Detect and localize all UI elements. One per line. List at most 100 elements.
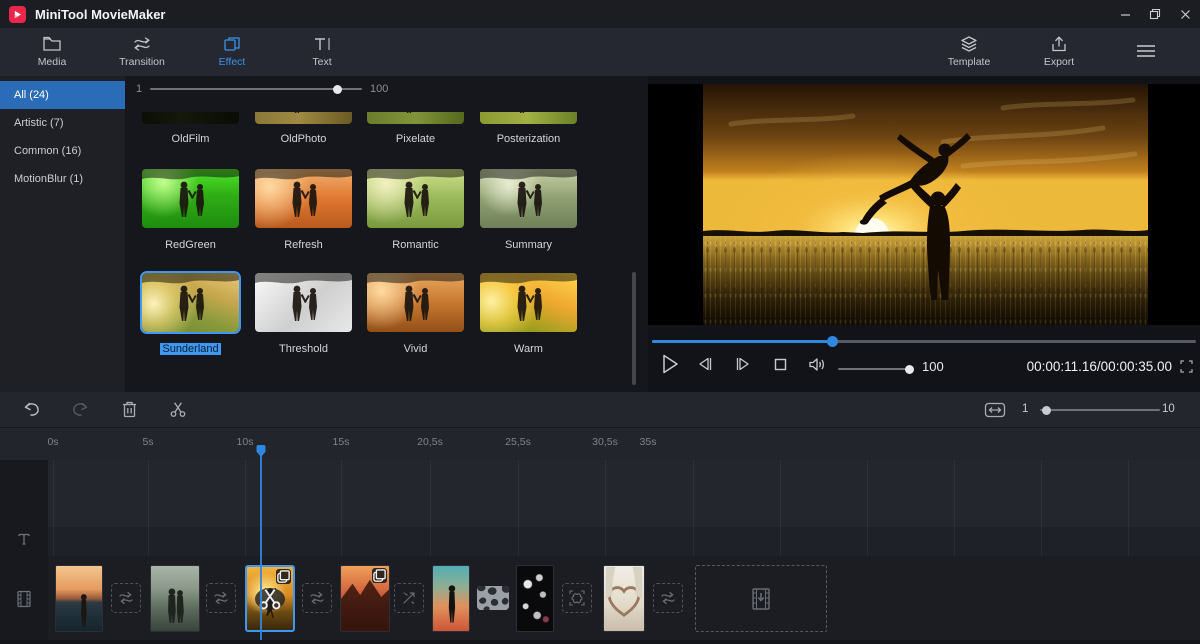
media-drop-zone[interactable] [695,565,827,632]
play-button[interactable] [660,353,680,375]
effect-category-sidebar: All (24) Artistic (7) Common (16) Motion… [0,76,125,392]
effects-panel: 1 100 OldFilm OldPhoto Pixelate Posteriz… [125,76,648,392]
transition-slot[interactable] [206,583,236,613]
transition-slot-shape[interactable] [562,583,592,613]
clip-heart-hands[interactable] [603,565,645,632]
text-icon [312,35,332,53]
transition-slot-icon [118,590,134,606]
clip-sunset-beach[interactable] [55,565,103,632]
volume-slider[interactable] [838,368,910,370]
template-label: Template [927,56,1011,68]
timeline-zoom-max: 10 [1162,403,1175,415]
effect-thumb-pixelate[interactable] [367,112,464,124]
duplicate-badge [276,569,291,584]
effect-thumb-oldfilm[interactable] [142,112,239,124]
transition-slot-diagonal[interactable] [394,583,424,613]
effect-thumb-romantic[interactable] [367,169,464,228]
effect-strength-handle[interactable] [333,85,342,94]
effect-thumb-redgreen[interactable] [142,169,239,228]
clip-bokeh-lights[interactable] [516,565,554,632]
step-back-icon [697,357,713,371]
transition-applied[interactable] [477,586,509,610]
diagonal-transition-icon [401,590,417,606]
sidebar-item-all[interactable]: All (24) [0,81,125,109]
strength-min-label: 1 [136,83,142,95]
effect-thumb-warm[interactable] [480,273,577,332]
trash-icon [121,400,138,419]
seek-bar[interactable] [652,340,1196,343]
delete-button[interactable] [121,400,138,419]
timeline-zoom-slider[interactable] [1040,409,1160,411]
effect-thumb-sunderland[interactable] [142,273,239,332]
effect-thumb-summary[interactable] [480,169,577,228]
strength-max-label: 100 [370,83,388,95]
effect-thumb-posterization[interactable] [480,112,577,124]
effect-thumb-refresh[interactable] [255,169,352,228]
volume-handle[interactable] [905,365,914,374]
title-bar: MiniTool MovieMaker [0,0,1200,28]
ruler-label: 0s [47,436,58,448]
clip-couple-silhouette[interactable] [150,565,200,632]
text-track-area[interactable] [48,527,1200,556]
playhead-line[interactable] [260,455,262,640]
template-button[interactable]: Template [927,35,1011,68]
transition-slot[interactable] [653,583,683,613]
sidebar-item-common[interactable]: Common (16) [0,137,125,165]
timeline-zoom-handle[interactable] [1042,406,1051,415]
effect-thumb-threshold[interactable] [255,273,352,332]
effect-thumb-oldphoto[interactable] [255,112,352,124]
volume-value: 100 [922,359,944,374]
ruler-label: 5s [142,436,153,448]
export-button[interactable]: Export [1017,35,1101,68]
timeline-ruler[interactable]: 0s 5s 10s 15s 20,5s 25,5s 30,5s 35s [0,428,1200,460]
timeline-zoom-min: 1 [1022,403,1028,415]
undo-icon [22,400,42,418]
ruler-label: 10s [237,436,254,448]
menu-button[interactable] [1133,43,1159,59]
effect-label: OldFilm [142,133,239,145]
fullscreen-button[interactable] [1180,360,1193,373]
effect-label: RedGreen [142,239,239,251]
minimize-button[interactable] [1110,0,1140,28]
scissors-icon [169,400,187,419]
overlay-track-area[interactable] [48,460,1200,527]
tab-transition-label: Transition [100,56,184,68]
restore-button[interactable] [1140,0,1170,28]
transition-slot[interactable] [111,583,141,613]
previous-frame-button[interactable] [697,357,713,371]
applied-transition-icon [477,586,509,610]
tab-transition[interactable]: Transition [100,35,184,68]
seek-handle[interactable] [827,336,838,347]
tab-effect[interactable]: Effect [190,35,274,68]
effect-strength-slider[interactable] [150,88,362,90]
redo-button[interactable] [70,400,90,418]
step-forward-icon [735,357,751,371]
close-button[interactable] [1170,0,1200,28]
tab-media[interactable]: Media [10,35,94,68]
clip-field-jump-selected[interactable] [245,565,295,632]
transition-icon [132,35,152,53]
split-button[interactable] [169,400,187,419]
tab-text[interactable]: Text [280,35,364,68]
fullscreen-icon [1180,360,1193,373]
effect-thumb-vivid[interactable] [367,273,464,332]
sidebar-item-artistic[interactable]: Artistic (7) [0,109,125,137]
template-layers-icon [959,35,979,53]
next-frame-button[interactable] [735,357,751,371]
shape-transition-icon [568,589,586,607]
add-clip-icon [746,586,776,612]
sidebar-item-motionblur[interactable]: MotionBlur (1) [0,165,125,193]
seek-progress [652,340,832,343]
time-display: 00:00:11.16/00:00:35.00 [1027,359,1172,374]
clip-mountain-sunset[interactable] [340,565,390,632]
transition-slot[interactable] [302,583,332,613]
effects-scrollbar[interactable] [632,272,636,385]
duplicate-icon [372,568,387,583]
fit-timeline-button[interactable] [984,402,1006,418]
clip-man-silhouette[interactable] [432,565,470,632]
volume-button[interactable] [808,357,826,372]
undo-button[interactable] [22,400,42,418]
stop-icon [774,358,787,371]
app-title: MiniTool MovieMaker [35,7,166,22]
stop-button[interactable] [774,358,787,371]
